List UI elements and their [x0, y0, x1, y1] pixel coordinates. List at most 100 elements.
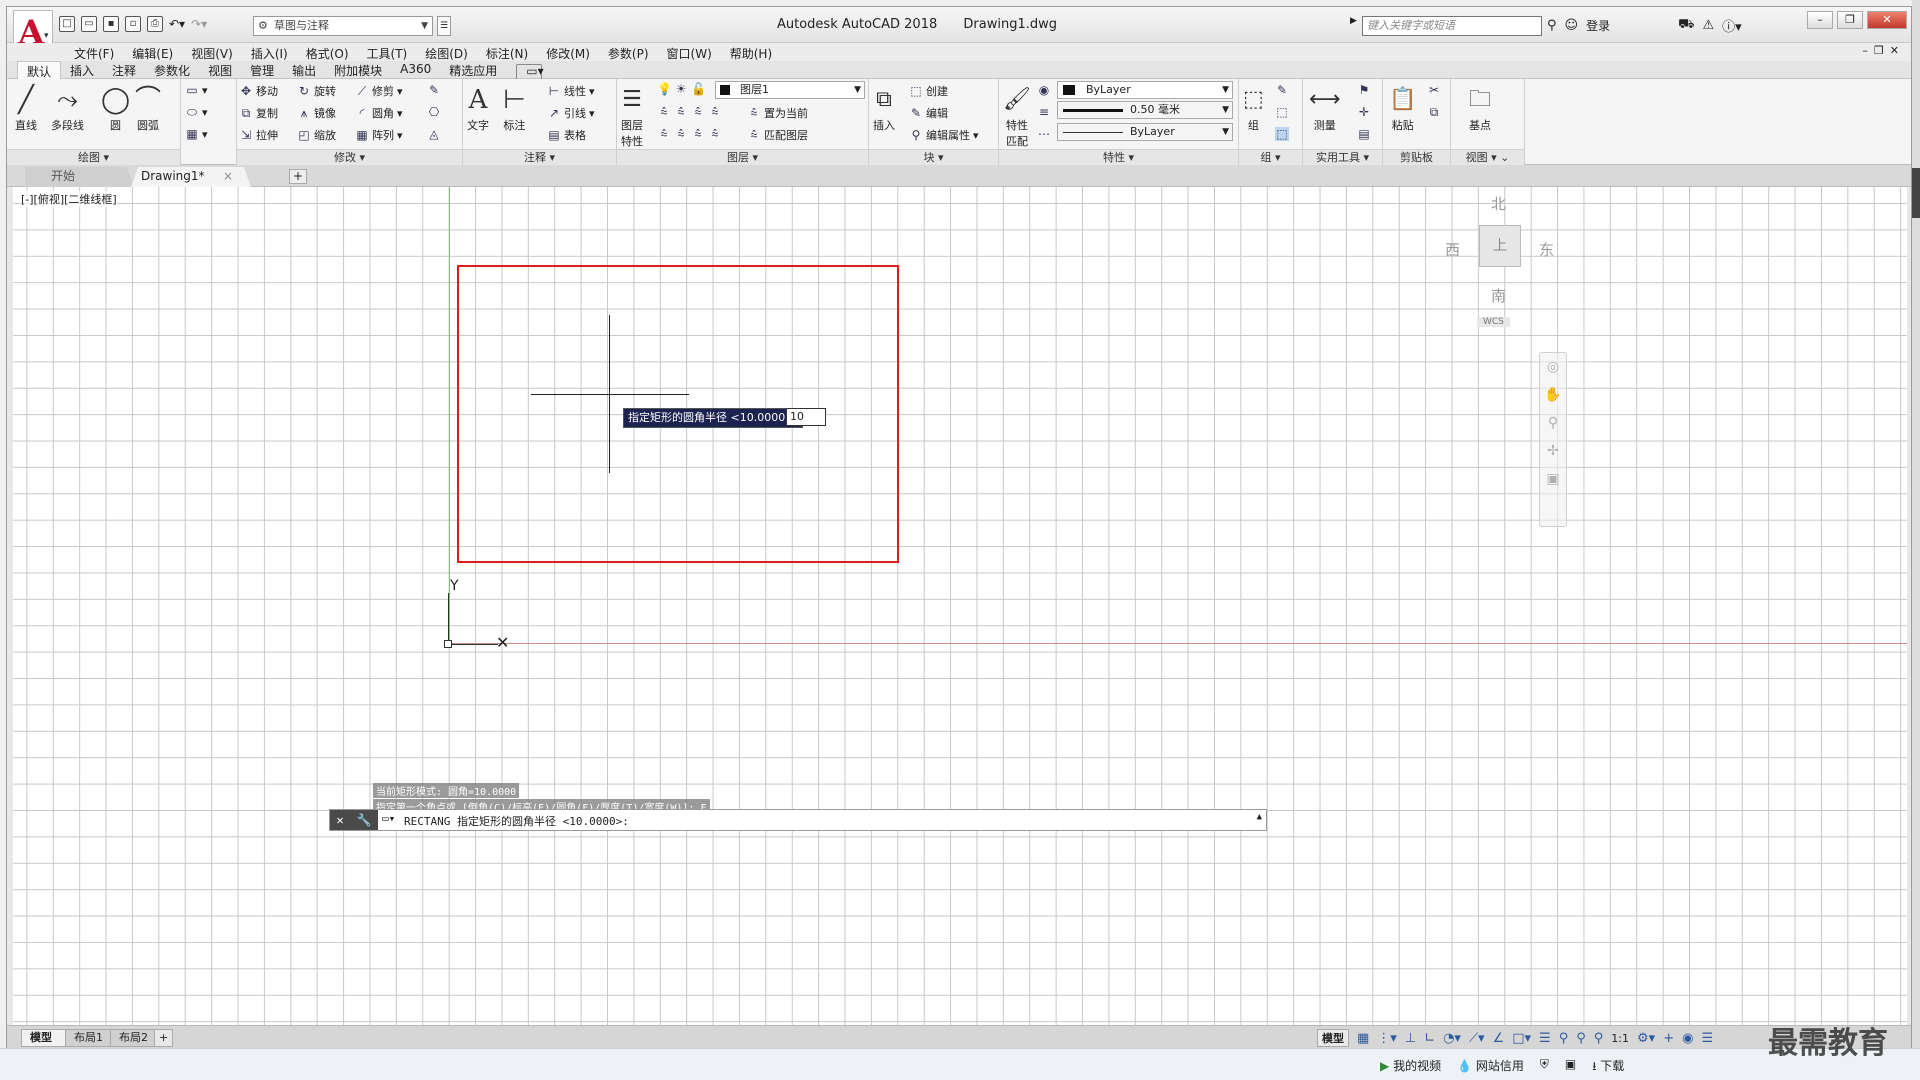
cut-icon[interactable]: ✂ [1427, 83, 1441, 97]
group-select-icon[interactable]: ⬚ [1275, 127, 1289, 141]
new-tab-button[interactable]: + [289, 169, 307, 184]
lineweight-display-icon[interactable]: ☰ [1539, 1031, 1551, 1046]
drawing-area[interactable]: [-][俯视][二维线框] 指定矩形的圆角半径 <10.0000>: 10 Y … [13, 187, 1907, 1025]
make-current-button[interactable]: ⩯ 置为当前 [747, 105, 808, 121]
tab-addins[interactable]: 附加模块 [325, 61, 391, 79]
add-layout-button[interactable]: + [154, 1029, 174, 1047]
trim-button[interactable]: ⟋ 修剪 ▾ [355, 83, 403, 99]
hatch-tool[interactable]: ▦ ▾ [185, 127, 207, 141]
search-expand-icon[interactable]: ▶ [1350, 16, 1357, 26]
text-button[interactable]: A 文字 [467, 83, 489, 133]
viewcube-top-face[interactable]: 上 [1479, 225, 1521, 267]
layer-unlock-icon[interactable]: ⩯ [708, 127, 722, 142]
edit-attributes-button[interactable]: ⚲ 编辑属性 ▾ [909, 127, 979, 143]
scale-button[interactable]: ◰ 缩放 [297, 127, 336, 143]
edit-block-button[interactable]: ✎ 编辑 [909, 105, 948, 121]
grid-icon[interactable]: ▦ [1357, 1031, 1369, 1046]
dynamic-input-field[interactable]: 10 [786, 408, 826, 426]
viewcube-north[interactable]: 北 [1491, 193, 1506, 214]
close-icon[interactable]: ✕ [1867, 11, 1907, 29]
showmotion-icon[interactable]: ▣ [1540, 465, 1566, 493]
menu-help[interactable]: 帮助(H) [721, 45, 781, 62]
calculator-icon[interactable]: ▤ [1357, 127, 1371, 141]
maximize-icon[interactable]: ❐ [1837, 11, 1863, 29]
history-toggle-icon[interactable]: ▲ [1257, 812, 1262, 822]
panel-utilities-title[interactable]: 实用工具 ▾ [1303, 149, 1382, 165]
help-icon[interactable]: ⓘ▾ [1722, 16, 1742, 35]
annotation-visibility-icon[interactable]: ⚲ [1559, 1031, 1569, 1046]
table-button[interactable]: ▤ 表格 [547, 127, 586, 143]
array-button[interactable]: ▦ 阵列 ▾ [355, 127, 402, 143]
menu-draw[interactable]: 绘图(D) [416, 45, 477, 62]
tab-start[interactable]: 开始 [25, 167, 135, 187]
close-icon[interactable]: ✕ [336, 813, 343, 827]
dimension-button[interactable]: ⊢ 标注 [503, 83, 526, 133]
color-dropdown[interactable]: ByLayer ▼ [1057, 81, 1233, 99]
base-view-button[interactable]: 🗀 基点 [1469, 83, 1491, 133]
measure-button[interactable]: ⟷ 测量 [1309, 83, 1341, 133]
viewcube-west[interactable]: 西 [1445, 239, 1460, 260]
circle-button[interactable]: ◯ 圆 [101, 83, 130, 133]
tab-parametric[interactable]: 参数化 [145, 61, 199, 79]
create-block-button[interactable]: ⬚ 创建 [909, 83, 948, 99]
rotate-button[interactable]: ↻ 旋转 [297, 83, 336, 99]
ortho-icon[interactable]: ∟ [1424, 1031, 1435, 1046]
tab-manage[interactable]: 管理 [241, 61, 283, 79]
isodraft-icon[interactable]: ⟋▾ [1469, 1031, 1485, 1046]
login-button[interactable]: 登录 [1586, 17, 1610, 34]
tab-layout1[interactable]: 布局1 [65, 1029, 112, 1047]
sun-icon[interactable]: ☀ [674, 82, 688, 96]
tab-home[interactable]: 默认 [17, 61, 62, 79]
paste-button[interactable]: 📋 粘贴 [1389, 83, 1416, 133]
linetype-dropdown[interactable]: ByLayer ▼ [1057, 123, 1233, 141]
auto-scale-icon[interactable]: ⚲ [1576, 1031, 1586, 1046]
mirror-button[interactable]: ⩚ 镜像 [297, 105, 336, 121]
tab-drawing1[interactable]: Drawing1* × [131, 167, 251, 187]
lock-icon[interactable]: 🔓 [691, 82, 706, 96]
scrollbar-thumb[interactable] [1912, 168, 1920, 218]
copy-button[interactable]: ⧉ 复制 [239, 105, 278, 121]
tab-model[interactable]: 模型 [21, 1029, 69, 1047]
isolate-objects-icon[interactable]: ◉ [1682, 1031, 1693, 1046]
quick-select-icon[interactable]: ⚑ [1357, 83, 1371, 97]
layer-on-icon[interactable]: ⩯ [657, 127, 671, 142]
menu-view[interactable]: 视图(V) [182, 45, 242, 62]
move-button[interactable]: ✥ 移动 [239, 83, 278, 99]
group-button[interactable]: ⬚ 组 [1243, 83, 1264, 133]
tab-a360[interactable]: A360 [391, 61, 440, 79]
panel-properties-title[interactable]: 特性 ▾ [999, 149, 1238, 165]
panel-draw-title[interactable]: 绘图 ▾ [7, 149, 180, 165]
group-edit-icon[interactable]: ⬚ [1275, 105, 1289, 119]
document-window-controls[interactable]: –❐✕ [1862, 44, 1905, 57]
offset-button[interactable]: ◬ [427, 127, 441, 141]
annotation-scale-value[interactable]: 1:1 [1611, 1032, 1629, 1045]
save-icon[interactable]: ▪ [103, 16, 119, 32]
undo-icon[interactable]: ↶▾ [169, 17, 185, 31]
panel-modify-title[interactable]: 修改 ▾ [237, 149, 462, 165]
viewport-controls[interactable]: [-][俯视][二维线框] [21, 191, 117, 207]
tab-view[interactable]: 视图 [199, 61, 241, 79]
panel-layers-title[interactable]: 图层 ▾ [617, 149, 868, 165]
line-button[interactable]: ╱ 直线 [15, 83, 37, 133]
command-line-text[interactable]: RECTANG 指定矩形的圆角半径 <10.0000>: [404, 813, 629, 829]
layer-lock-icon[interactable]: ⩯ [708, 105, 722, 120]
customize-qat-button[interactable]: ☰ [437, 16, 451, 36]
layer-properties-button[interactable]: ☰ 图层 特性 [621, 83, 643, 149]
tab-annotate[interactable]: 注释 [103, 61, 145, 79]
viewcube[interactable]: 北 西 上 东 南 WCS [1433, 187, 1554, 337]
erase-button[interactable]: ✎ [427, 83, 441, 97]
layer-unisolate-icon[interactable]: ⩯ [674, 127, 688, 142]
panel-clipboard-title[interactable]: 剪贴板 [1383, 149, 1450, 165]
leader-button[interactable]: ↗ 引线 ▾ [547, 105, 595, 121]
annotation-scale-icon[interactable]: ⚲ [1594, 1031, 1604, 1046]
zoom-icon[interactable]: ⚲ [1540, 409, 1566, 437]
wrench-icon[interactable]: 🔧 [357, 813, 372, 827]
rectangle-tool[interactable]: ▭ ▾ [185, 83, 207, 97]
menu-insert[interactable]: 插入(I) [242, 45, 297, 62]
insert-block-button[interactable]: ⧉ 插入 [873, 83, 895, 133]
menu-window[interactable]: 窗口(W) [658, 45, 721, 62]
layer-freeze-icon[interactable]: ⩯ [691, 105, 705, 120]
copy-clip-icon[interactable]: ⧉ [1427, 105, 1441, 120]
menu-file[interactable]: 文件(F) [65, 45, 123, 62]
arc-button[interactable]: ⌒ 圆弧 [135, 83, 161, 133]
